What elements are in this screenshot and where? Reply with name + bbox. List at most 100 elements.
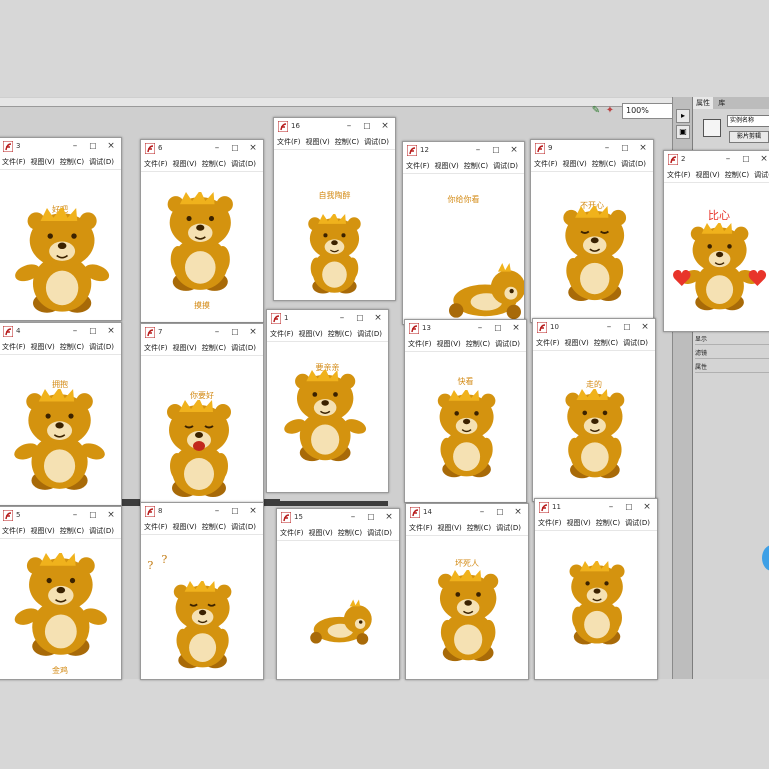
window-titlebar[interactable]: 11 – ☐ × [535, 499, 657, 517]
flash-player-window[interactable]: 14 – ☐ × 文件(F) 视图(V) 控制(C) 调试(D) 坏死人 [405, 503, 529, 680]
flash-player-window[interactable]: 13 – ☐ × 文件(F) 视图(V) 控制(C) 调试(D) 快看 [404, 319, 527, 503]
close-button[interactable]: × [105, 509, 117, 522]
flash-player-window[interactable]: 15 – ☐ × 文件(F) 视图(V) 控制(C) 调试(D) [276, 508, 400, 680]
flash-player-window[interactable]: 1 – ☐ × 文件(F) 视图(V) 控制(C) 调试(D) 要亲亲 [266, 309, 389, 493]
flash-player-window[interactable]: 16 – ☐ × 文件(F) 视图(V) 控制(C) 调试(D) 自我陶醉 [273, 117, 396, 301]
close-button[interactable]: × [508, 144, 520, 157]
menu-item[interactable]: 控制(C) [335, 136, 359, 149]
menu-item[interactable]: 文件(F) [408, 338, 432, 351]
flash-player-window[interactable]: 6 – ☐ × 文件(F) 视图(V) 控制(C) 调试(D) 摸摸 [140, 139, 264, 323]
menu-item[interactable]: 视图(V) [299, 328, 323, 341]
window-titlebar[interactable]: 6 – ☐ × [141, 140, 263, 158]
menu-item[interactable]: 视图(V) [173, 521, 197, 534]
menu-item[interactable]: 文件(F) [406, 160, 430, 173]
tool-button[interactable]: ▣ [676, 125, 690, 139]
menu-item[interactable]: 文件(F) [144, 521, 168, 534]
window-titlebar[interactable]: 5 – ☐ × [0, 507, 121, 525]
close-button[interactable]: × [105, 325, 117, 338]
minimize-button[interactable]: – [605, 501, 617, 514]
menu-item[interactable]: 文件(F) [409, 522, 433, 535]
maximize-button[interactable]: ☐ [621, 321, 633, 334]
flash-player-window[interactable]: 8 – ☐ × 文件(F) 视图(V) 控制(C) 调试(D) ? ? [140, 502, 264, 680]
maximize-button[interactable]: ☐ [354, 312, 366, 325]
maximize-button[interactable]: ☐ [490, 144, 502, 157]
menu-item[interactable]: 控制(C) [594, 337, 618, 350]
close-button[interactable]: × [247, 142, 259, 155]
close-button[interactable]: × [247, 505, 259, 518]
minimize-button[interactable]: – [343, 120, 355, 133]
edit-symbol-icon[interactable]: ✦ [604, 105, 616, 117]
close-button[interactable]: × [641, 501, 653, 514]
menu-item[interactable]: 控制(C) [466, 338, 490, 351]
menu-item[interactable]: 控制(C) [60, 156, 84, 169]
menu-item[interactable]: 调试(D) [493, 160, 518, 173]
menu-item[interactable]: 视图(V) [173, 158, 197, 171]
menu-item[interactable]: 视图(V) [31, 341, 55, 354]
menu-item[interactable]: 文件(F) [538, 517, 562, 530]
close-button[interactable]: × [247, 326, 259, 339]
maximize-button[interactable]: ☐ [365, 511, 377, 524]
menu-item[interactable]: 调试(D) [231, 521, 256, 534]
window-titlebar[interactable]: 2 – ☐ × [664, 151, 769, 169]
window-titlebar[interactable]: 3 – ☐ × [0, 138, 121, 156]
menu-item[interactable]: 调试(D) [495, 338, 520, 351]
instance-name-input[interactable]: 实例名称 [727, 115, 769, 127]
minimize-button[interactable]: – [472, 144, 484, 157]
maximize-button[interactable]: ☐ [623, 501, 635, 514]
menu-item[interactable]: 文件(F) [144, 158, 168, 171]
menu-item[interactable]: 调试(D) [89, 525, 114, 538]
menu-item[interactable]: 控制(C) [464, 160, 488, 173]
minimize-button[interactable]: – [603, 321, 615, 334]
minimize-button[interactable]: – [211, 326, 223, 339]
menu-item[interactable]: 调试(D) [625, 517, 650, 530]
menu-item[interactable]: 控制(C) [202, 158, 226, 171]
minimize-button[interactable]: – [211, 505, 223, 518]
minimize-button[interactable]: – [69, 509, 81, 522]
maximize-button[interactable]: ☐ [229, 326, 241, 339]
menu-item[interactable]: 调试(D) [89, 156, 114, 169]
menu-item[interactable]: 调试(D) [623, 337, 648, 350]
flash-player-window[interactable]: 3 – ☐ × 文件(F)视图(V)控制(C)调试(D) 好吧 [0, 137, 122, 321]
minimize-button[interactable]: – [69, 325, 81, 338]
menu-item[interactable]: 控制(C) [60, 525, 84, 538]
close-button[interactable]: × [510, 322, 522, 335]
window-titlebar[interactable]: 1 – ☐ × [267, 310, 388, 328]
window-titlebar[interactable]: 15 – ☐ × [277, 509, 399, 527]
close-button[interactable]: × [379, 120, 391, 133]
menu-item[interactable]: 调试(D) [754, 169, 769, 182]
menu-item[interactable]: 文件(F) [280, 527, 304, 540]
menu-item[interactable]: 调试(D) [231, 158, 256, 171]
close-button[interactable]: × [372, 312, 384, 325]
menu-item[interactable]: 控制(C) [202, 521, 226, 534]
menu-item[interactable]: 视图(V) [306, 136, 330, 149]
close-button[interactable]: × [639, 321, 651, 334]
maximize-button[interactable]: ☐ [229, 142, 241, 155]
symbol-type-select[interactable]: 影片剪辑 [729, 131, 769, 143]
maximize-button[interactable]: ☐ [87, 509, 99, 522]
menu-item[interactable]: 视图(V) [563, 158, 587, 171]
panel-section-display[interactable]: 显示 [695, 335, 769, 345]
minimize-button[interactable]: – [601, 142, 613, 155]
menu-item[interactable]: 文件(F) [534, 158, 558, 171]
flash-player-window[interactable]: 4 – ☐ × 文件(F) 视图(V) 控制(C) 调试(D) 拥抱 [0, 322, 122, 506]
close-button[interactable]: × [105, 140, 117, 153]
flash-player-window[interactable]: 5 – ☐ × 文件(F) 视图(V) 控制(C) 调试(D) 金鸡 [0, 506, 122, 680]
maximize-button[interactable]: ☐ [619, 142, 631, 155]
window-titlebar[interactable]: 4 – ☐ × [0, 323, 121, 341]
menu-item[interactable]: 控制(C) [467, 522, 491, 535]
menu-item[interactable]: 调试(D) [89, 341, 114, 354]
close-button[interactable]: × [512, 506, 524, 519]
panel-section-property[interactable]: 属性 [695, 363, 769, 373]
minimize-button[interactable]: – [69, 140, 81, 153]
panel-section-filters[interactable]: 滤镜 [695, 349, 769, 359]
flash-player-window[interactable]: 2 – ☐ × 文件(F) 视图(V) 控制(C) 调试(D) 比心 [663, 150, 769, 332]
menu-item[interactable]: 文件(F) [536, 337, 560, 350]
menu-item[interactable]: 文件(F) [667, 169, 691, 182]
maximize-button[interactable]: ☐ [361, 120, 373, 133]
flash-player-window[interactable]: 7 – ☐ × 文件(F) 视图(V) 控制(C) 调试(D) 你要好 [140, 323, 264, 507]
minimize-button[interactable]: – [347, 511, 359, 524]
tool-button[interactable]: ▸ [676, 109, 690, 123]
menu-item[interactable]: 文件(F) [2, 525, 26, 538]
menu-item[interactable]: 调试(D) [367, 527, 392, 540]
tab-library[interactable]: 库 [715, 97, 728, 109]
